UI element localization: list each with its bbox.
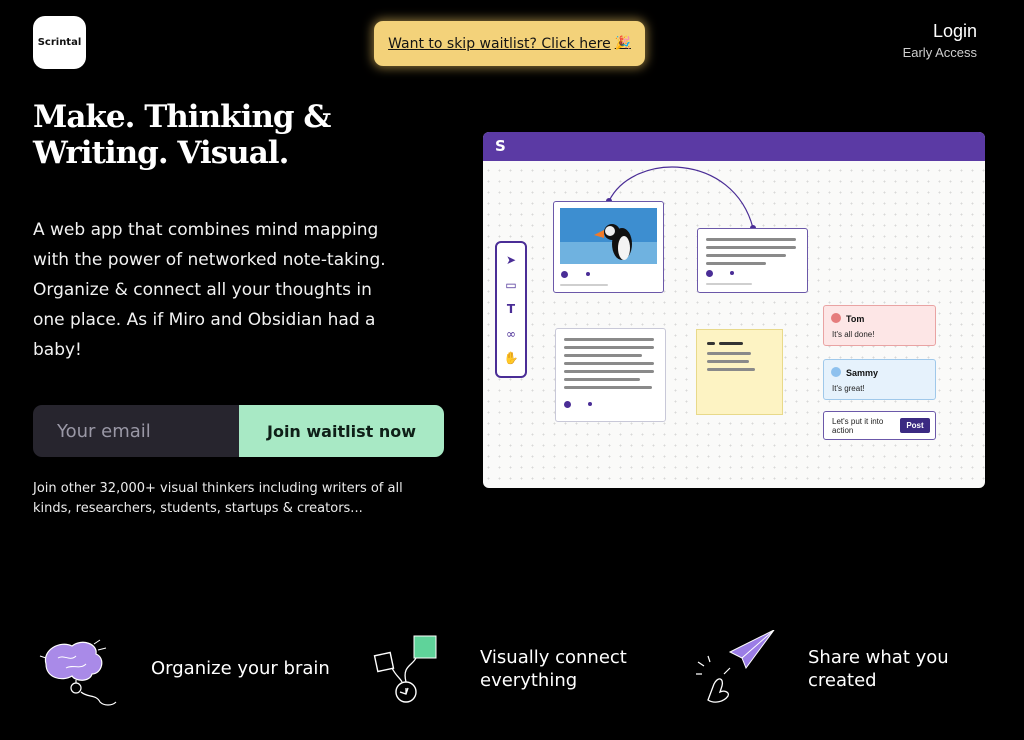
text-line [564, 346, 654, 349]
hero-title-line2: Writing. Visual. [33, 135, 289, 171]
folder-icon[interactable]: ▭ [497, 278, 525, 292]
image-card [553, 201, 664, 293]
text-line [706, 262, 766, 265]
avatar [831, 367, 841, 377]
note-card-top [697, 228, 808, 293]
hero-title-line1: Make. Thinking & [33, 99, 331, 135]
canvas-toolbar: ➤ ▭ T ∞ ✋ [495, 241, 527, 378]
sticky-note [696, 329, 783, 415]
hand-icon[interactable]: ✋ [497, 351, 525, 365]
text-line [706, 246, 796, 249]
card-avatar-dot [561, 271, 568, 278]
card-meta-line [560, 284, 608, 286]
chat-message: It's all done! [832, 330, 875, 339]
card-avatar-dot [564, 401, 571, 408]
skip-waitlist-link[interactable]: Want to skip waitlist? Click here 🎉 [374, 21, 645, 66]
comment-composer: Let's put it into action Post [823, 411, 936, 440]
app-preview: S ➤ ▭ T ∞ ✋ Tom It's all done! Sammy It'… [483, 132, 985, 488]
email-input[interactable] [33, 405, 239, 457]
chat-bubble-tom: Tom It's all done! [823, 305, 936, 346]
chat-bubble-sammy: Sammy It's great! [823, 359, 936, 400]
party-icon: 🎉 [614, 36, 631, 51]
feature-label: Organize your brain [151, 658, 330, 679]
text-line [706, 254, 786, 257]
post-button[interactable]: Post [900, 418, 930, 433]
chat-name: Sammy [846, 368, 879, 378]
sticky-line [707, 352, 751, 355]
link-icon[interactable]: ∞ [497, 327, 525, 341]
waitlist-form: Join waitlist now [33, 405, 444, 457]
text-tool-icon[interactable]: T [497, 302, 525, 316]
brain-icon [39, 639, 117, 706]
sticky-line [707, 342, 715, 345]
feature-label: Visually connect everything [480, 647, 627, 691]
puffin-image [560, 208, 657, 264]
feature-label: Share what you created [808, 647, 949, 691]
hero-title: Make. Thinking & Writing. Visual. [33, 99, 393, 171]
login-link[interactable]: Login [933, 21, 977, 42]
join-waitlist-button[interactable]: Join waitlist now [239, 405, 444, 457]
chat-message: It's great! [832, 384, 865, 393]
text-line [706, 238, 796, 241]
avatar [831, 313, 841, 323]
skip-waitlist-text: Want to skip waitlist? Click here [388, 35, 611, 52]
text-line [564, 378, 640, 381]
note-card-bottom [555, 328, 666, 422]
hero-description: A web app that combines mind mapping wit… [33, 220, 386, 360]
card-comment-dot [730, 271, 734, 275]
text-line [564, 354, 642, 357]
sticky-line [719, 342, 743, 345]
social-proof-note: Join other 32,000+ visual thinkers inclu… [33, 481, 403, 516]
connect-icon [373, 635, 437, 703]
scrintal-logo[interactable]: Scrintal [33, 16, 86, 69]
sticky-line [707, 360, 749, 363]
text-line [564, 362, 654, 365]
card-avatar-dot [706, 270, 713, 277]
pointer-icon[interactable]: ➤ [497, 253, 525, 267]
sticky-line [707, 368, 755, 371]
card-comment-dot [588, 402, 592, 406]
card-comment-dot [586, 272, 590, 276]
text-line [564, 338, 654, 341]
composer-text: Let's put it into action [832, 417, 884, 435]
logo-text: Scrintal [37, 37, 82, 48]
chat-name: Tom [846, 314, 865, 324]
paper-plane-icon [696, 630, 775, 703]
early-access-label: Early Access [902, 45, 977, 60]
card-meta-line [706, 283, 752, 285]
text-line [564, 386, 652, 389]
text-line [564, 370, 654, 373]
